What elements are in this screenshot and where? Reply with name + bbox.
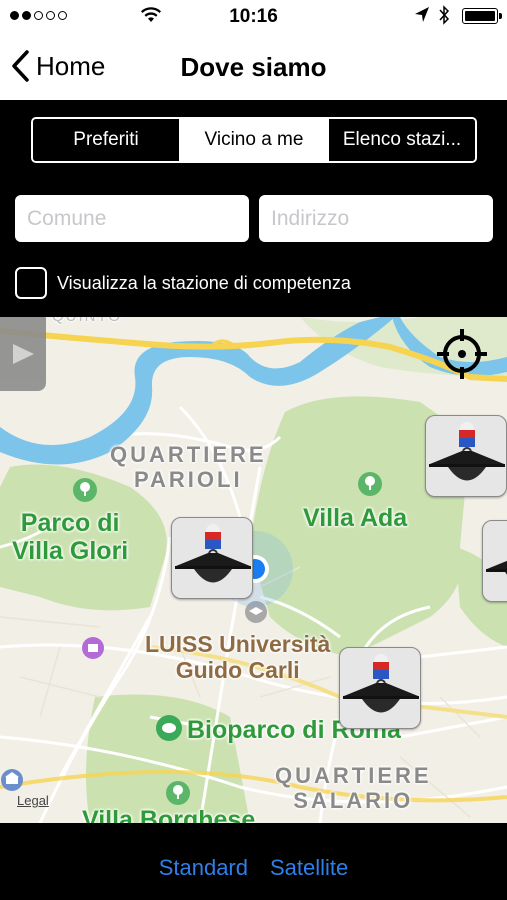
legal-link[interactable]: Legal — [17, 793, 49, 809]
competenza-checkbox-label: Visualizza la stazione di competenza — [57, 272, 351, 293]
carabinieri-station-icon — [175, 524, 251, 583]
station-marker[interactable] — [482, 520, 507, 602]
standard-map-button[interactable]: Standard — [159, 855, 248, 881]
indirizzo-input[interactable] — [259, 195, 493, 242]
bluetooth-icon — [439, 5, 450, 25]
view-segmented-control: Preferiti Vicino a me Elenco stazi... — [31, 117, 477, 163]
park-icon — [358, 472, 382, 496]
side-panel-toggle[interactable] — [0, 317, 46, 391]
map-type-bar: Standard Satellite — [0, 823, 507, 900]
park-icon — [73, 478, 97, 502]
status-time: 10:16 — [229, 6, 278, 27]
luiss-label: LUISS Università Guido Carli — [145, 631, 331, 683]
villa-borghese-park — [86, 694, 250, 823]
battery-icon — [462, 8, 502, 24]
navigation-bar: Home Dove siamo — [0, 32, 507, 100]
location-arrow-icon — [415, 7, 429, 22]
competenza-checkbox[interactable] — [15, 267, 47, 299]
status-bar: 10:16 — [0, 0, 507, 32]
satellite-map-button[interactable]: Satellite — [270, 855, 348, 881]
carabinieri-station-icon — [343, 654, 419, 713]
locate-me-button[interactable] — [435, 327, 489, 381]
segment-elenco-stazioni[interactable]: Elenco stazi... — [327, 119, 475, 161]
page-title-text: Dove siamo — [180, 52, 327, 82]
villa-ada-label: Villa Ada — [303, 504, 408, 532]
station-marker[interactable] — [425, 415, 507, 497]
segment-preferiti[interactable]: Preferiti — [33, 119, 179, 161]
carabinieri-station-icon — [429, 422, 505, 481]
play-arrow-icon — [13, 344, 34, 364]
competenza-filter-row: Visualizza la stazione di competenza — [15, 267, 351, 299]
quinto-label: QUINTO — [52, 317, 122, 326]
museum-icon — [1, 769, 23, 791]
villa-borghese-label: Villa Borghese — [82, 806, 256, 823]
villa-glori-label: Parco di Villa Glori — [12, 509, 129, 565]
segment-vicino-a-me[interactable]: Vicino a me — [179, 119, 327, 161]
park-icon — [166, 781, 190, 805]
zoo-icon — [156, 715, 182, 741]
poi-icon — [82, 637, 104, 659]
carabinieri-station-icon — [486, 560, 507, 575]
comune-input[interactable] — [15, 195, 249, 242]
page-title: Dove siamo — [0, 52, 507, 83]
map-view[interactable]: QUARTIERE PARIOLI Parco di Villa Glori V… — [0, 317, 507, 823]
station-marker[interactable] — [339, 647, 421, 729]
station-marker[interactable] — [171, 517, 253, 599]
quartiere-salario-label: QUARTIERE SALARIO — [275, 763, 432, 813]
quartiere-parioli-label: QUARTIERE PARIOLI — [110, 442, 267, 492]
